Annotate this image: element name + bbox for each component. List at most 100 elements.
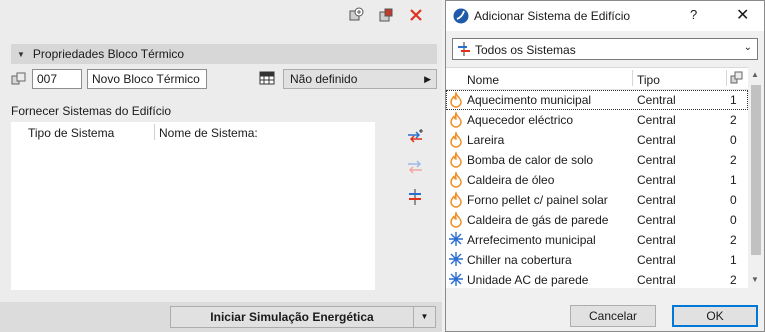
ok-button[interactable]: OK bbox=[672, 305, 758, 327]
table-icon bbox=[259, 71, 275, 88]
flame-icon bbox=[449, 190, 463, 211]
scroll-down-icon[interactable]: ▼ bbox=[751, 275, 759, 284]
item-count: 2 bbox=[730, 233, 737, 247]
list-item[interactable]: Caldeira de óleo Central 1 bbox=[446, 170, 748, 190]
systems-table[interactable]: Tipo de Sistema Nome de Sistema: bbox=[11, 122, 375, 290]
list-scrollbar[interactable]: ▲ ▼ bbox=[748, 67, 764, 287]
snowflake-icon bbox=[449, 232, 463, 249]
flame-icon bbox=[449, 170, 463, 191]
item-name: Bomba de calor de solo bbox=[467, 153, 594, 167]
item-type: Central bbox=[637, 173, 676, 187]
flame-icon bbox=[449, 150, 463, 171]
block-id-row: 007 Novo Bloco Térmico Não definido ▶ bbox=[11, 69, 437, 91]
add-system-icon[interactable] bbox=[406, 128, 424, 146]
count-column-icon[interactable] bbox=[730, 71, 744, 88]
edit-system-icon[interactable] bbox=[406, 188, 424, 206]
thermal-block-panel: ▼ Propriedades Bloco Térmico 007 Novo Bl… bbox=[0, 0, 442, 332]
item-type: Central bbox=[637, 233, 676, 247]
panel-toolbar bbox=[346, 5, 426, 25]
dialog-title: Adicionar Sistema de Edifício bbox=[474, 9, 631, 23]
list-item[interactable]: Lareira Central 0 bbox=[446, 130, 748, 150]
item-count: 0 bbox=[730, 133, 737, 147]
systems-label: Fornecer Sistemas do Edifício bbox=[11, 104, 172, 118]
item-name: Unidade AC de parede bbox=[467, 273, 589, 287]
flame-icon bbox=[449, 130, 463, 151]
flame-icon bbox=[449, 110, 463, 131]
block-name-field[interactable]: Novo Bloco Térmico bbox=[87, 69, 207, 89]
item-count: 1 bbox=[730, 93, 737, 107]
list-item[interactable]: Aquecedor eléctrico Central 2 bbox=[446, 110, 748, 130]
item-count: 0 bbox=[730, 213, 737, 227]
item-name: Lareira bbox=[467, 133, 505, 147]
list-item[interactable]: Forno pellet c/ painel solar Central 0 bbox=[446, 190, 748, 210]
snowflake-icon bbox=[449, 272, 463, 288]
delete-icon[interactable] bbox=[406, 5, 426, 25]
item-type: Central bbox=[637, 253, 676, 267]
block-type-value: Não definido bbox=[290, 72, 358, 86]
item-name: Aquecedor eléctrico bbox=[467, 113, 574, 127]
item-name: Caldeira de óleo bbox=[467, 173, 555, 187]
block-type-dropdown[interactable]: Não definido ▶ bbox=[283, 69, 437, 89]
list-item[interactable]: Aquecimento municipal Central 1 bbox=[446, 90, 748, 110]
simulation-menu-button[interactable]: ▼ bbox=[414, 306, 436, 328]
cancel-button[interactable]: Cancelar bbox=[570, 305, 656, 327]
close-button[interactable]: ✕ bbox=[736, 5, 749, 25]
item-type: Central bbox=[637, 153, 676, 167]
systems-list[interactable]: Nome Tipo Aquecimento municipal Central 1 A… bbox=[446, 67, 748, 288]
item-name: Caldeira de gás de parede bbox=[467, 213, 609, 227]
column-divider bbox=[632, 70, 633, 86]
item-count: 1 bbox=[730, 253, 737, 267]
column-system-name[interactable]: Nome de Sistema: bbox=[159, 126, 258, 140]
list-item[interactable]: Unidade AC de parede Central 2 bbox=[446, 270, 748, 288]
column-type[interactable]: Tipo bbox=[637, 73, 660, 87]
zone-settings-icon[interactable] bbox=[376, 5, 396, 25]
caret-right-icon: ▶ bbox=[424, 74, 431, 84]
section-header[interactable]: ▼ Propriedades Bloco Térmico bbox=[11, 44, 437, 64]
scroll-up-icon[interactable]: ▲ bbox=[751, 70, 759, 79]
dialog-titlebar[interactable]: Adicionar Sistema de Edifício ? ✕ bbox=[446, 1, 764, 31]
list-item[interactable]: Chiller na cobertura Central 1 bbox=[446, 250, 748, 270]
list-header: Nome Tipo bbox=[446, 68, 748, 90]
column-divider bbox=[154, 124, 155, 140]
item-name: Chiller na cobertura bbox=[467, 253, 572, 267]
add-building-system-dialog: Adicionar Sistema de Edifício ? ✕ Todos … bbox=[445, 0, 765, 332]
item-type: Central bbox=[637, 213, 676, 227]
filter-value: Todos os Sistemas bbox=[475, 43, 576, 57]
column-name[interactable]: Nome bbox=[467, 73, 499, 87]
item-type: Central bbox=[637, 273, 676, 287]
item-count: 2 bbox=[730, 153, 737, 167]
snowflake-icon bbox=[449, 252, 463, 269]
item-count: 2 bbox=[730, 273, 737, 287]
flame-icon bbox=[449, 90, 463, 111]
list-item[interactable]: Bomba de calor de solo Central 2 bbox=[446, 150, 748, 170]
list-item[interactable]: Arrefecimento municipal Central 2 bbox=[446, 230, 748, 250]
scroll-thumb[interactable] bbox=[751, 85, 761, 255]
chevron-down-icon: ⌄ bbox=[743, 42, 752, 53]
start-simulation-button[interactable]: Iniciar Simulação Energética bbox=[170, 306, 414, 328]
item-count: 2 bbox=[730, 113, 737, 127]
app-logo-icon bbox=[453, 8, 469, 27]
item-type: Central bbox=[637, 93, 676, 107]
item-type: Central bbox=[637, 113, 676, 127]
column-system-type[interactable]: Tipo de Sistema bbox=[28, 126, 114, 140]
item-count: 1 bbox=[730, 173, 737, 187]
flame-icon bbox=[449, 210, 463, 231]
column-divider bbox=[726, 70, 727, 86]
block-id-field[interactable]: 007 bbox=[32, 69, 82, 89]
item-type: Central bbox=[637, 193, 676, 207]
system-filter-dropdown[interactable]: Todos os Sistemas ⌄ bbox=[452, 38, 758, 60]
item-name: Aquecimento municipal bbox=[467, 93, 592, 107]
item-type: Central bbox=[637, 133, 676, 147]
section-title: Propriedades Bloco Térmico bbox=[32, 47, 185, 61]
system-actions bbox=[406, 128, 424, 206]
list-item[interactable]: Caldeira de gás de parede Central 0 bbox=[446, 210, 748, 230]
item-count: 0 bbox=[730, 193, 737, 207]
add-zone-icon[interactable] bbox=[346, 5, 366, 25]
item-name: Forno pellet c/ painel solar bbox=[467, 193, 608, 207]
zone-icon bbox=[11, 71, 27, 90]
swap-system-icon[interactable] bbox=[406, 158, 424, 176]
systems-filter-icon bbox=[457, 42, 471, 59]
help-button[interactable]: ? bbox=[690, 7, 697, 22]
item-name: Arrefecimento municipal bbox=[467, 233, 596, 247]
collapse-icon: ▼ bbox=[17, 49, 25, 59]
